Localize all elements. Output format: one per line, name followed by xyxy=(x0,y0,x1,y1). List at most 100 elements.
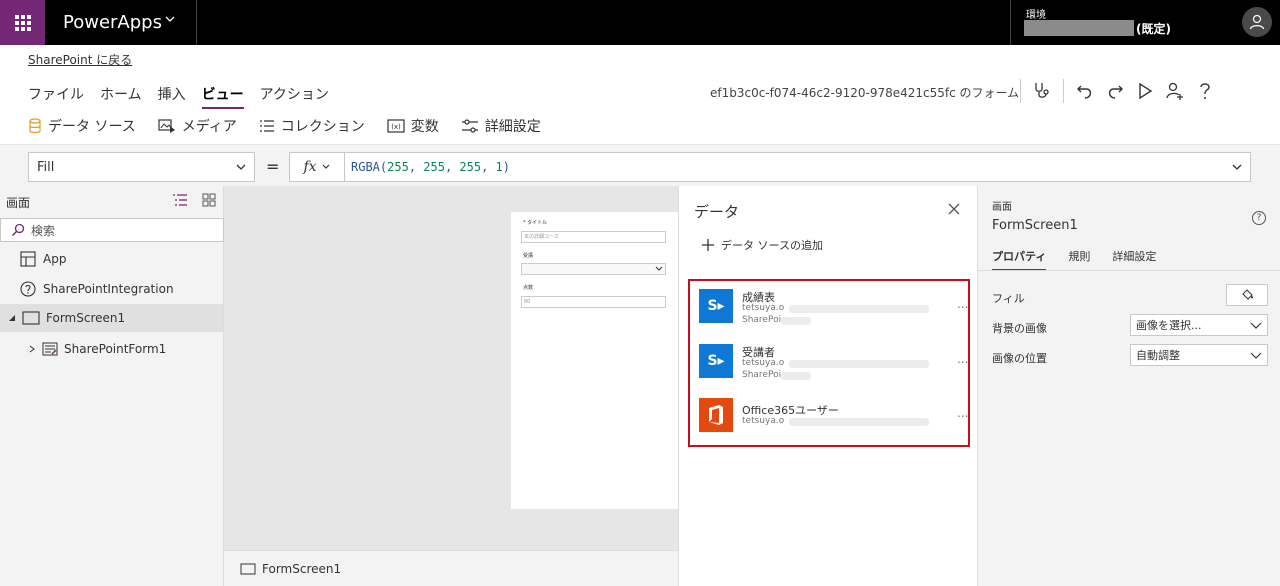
menu-view[interactable]: ビュー xyxy=(201,84,244,109)
search-icon xyxy=(11,223,25,237)
menu-action[interactable]: アクション xyxy=(260,84,329,109)
tree-item-formscreen1[interactable]: FormScreen1 xyxy=(0,304,223,332)
menu-insert[interactable]: 挿入 xyxy=(158,84,186,109)
data-source-type: SharePoi xyxy=(742,315,782,325)
property-selector[interactable]: Fill xyxy=(28,152,255,182)
redo-button[interactable] xyxy=(1100,78,1130,104)
form-preview[interactable]: * タイトル 本の詳細コース 受講 点数 80 xyxy=(511,212,679,509)
formula-input[interactable]: RGBA(255, 255, 255, 1) xyxy=(344,152,1251,182)
tree-item-sharepointintegration[interactable]: SharePointIntegration xyxy=(0,275,223,303)
svg-text:(x): (x) xyxy=(391,123,401,131)
screen-icon xyxy=(240,563,256,574)
canvas-footer: FormScreen1 xyxy=(224,550,678,586)
add-person-icon xyxy=(1166,82,1183,100)
variables-button[interactable]: (x) 変数 xyxy=(387,116,439,136)
chevron-down-icon xyxy=(1249,349,1263,366)
properties-panel: 画面 FormScreen1 ? プロパティ 規則 詳細設定 フィル 背景の画像… xyxy=(978,186,1280,586)
tree-search-input[interactable]: 検索 xyxy=(0,218,224,242)
tree-item-app[interactable]: App xyxy=(0,245,223,273)
tab-properties[interactable]: プロパティ xyxy=(992,248,1047,271)
thumbnail-view-icon[interactable] xyxy=(202,193,216,207)
formula-separator: , xyxy=(408,160,424,174)
menu-file[interactable]: ファイル xyxy=(28,84,84,109)
chevron-down-icon[interactable] xyxy=(164,13,176,28)
screen-icon xyxy=(22,311,40,325)
expanded-triangle-icon[interactable] xyxy=(8,314,16,322)
media-button[interactable]: メディア xyxy=(158,116,237,136)
tab-advanced[interactable]: 詳細設定 xyxy=(1112,248,1156,271)
data-source-button[interactable]: データ ソース xyxy=(28,116,136,136)
undo-button[interactable] xyxy=(1070,78,1100,104)
data-source-item[interactable]: S▸ 受講者 tetsuya.o SharePoi ... xyxy=(699,344,969,394)
chevron-down-icon[interactable] xyxy=(1230,160,1244,177)
app-checker-button[interactable] xyxy=(1027,78,1057,104)
data-panel-title: データ xyxy=(694,203,740,221)
data-source-type: SharePoi xyxy=(742,370,782,380)
tree-item-label: SharePointForm1 xyxy=(64,342,167,356)
image-position-value: 自動調整 xyxy=(1136,349,1180,362)
preview-button[interactable] xyxy=(1130,78,1160,104)
formula-arg-r: 255 xyxy=(387,160,409,174)
close-button[interactable] xyxy=(947,200,961,221)
environment-label: 環境 xyxy=(1026,10,1046,21)
variables-label: 変数 xyxy=(410,119,439,135)
list-icon xyxy=(259,120,274,132)
formula-arg-a: 1 xyxy=(495,160,503,174)
stethoscope-icon xyxy=(1035,83,1049,98)
tree-view-icon[interactable] xyxy=(172,193,188,207)
image-position-dropdown[interactable]: 自動調整 xyxy=(1130,344,1268,366)
background-image-dropdown[interactable]: 画像を選択... xyxy=(1130,314,1268,336)
settings-sliders-icon xyxy=(461,119,478,133)
menu-home[interactable]: ホーム xyxy=(100,84,142,109)
help-icon[interactable]: ? xyxy=(1252,211,1266,225)
chevron-down-icon xyxy=(322,164,329,169)
app-launcher-button[interactable] xyxy=(0,0,45,45)
chevron-down-icon xyxy=(655,266,663,271)
collapsed-triangle-icon[interactable] xyxy=(28,345,36,353)
ribbon: データ ソース メディア コレクション (x) 変数 詳細設定 xyxy=(28,116,541,136)
toolbar-icons xyxy=(1014,78,1220,104)
form-field-label: 受講 xyxy=(523,253,534,259)
more-options-button[interactable]: ... xyxy=(957,297,968,311)
formula-function: RGBA( xyxy=(351,160,388,174)
collection-button[interactable]: コレクション xyxy=(259,116,365,136)
share-button[interactable] xyxy=(1160,78,1190,104)
office-icon xyxy=(699,398,733,432)
back-to-sharepoint-link[interactable]: SharePoint に戻る xyxy=(28,51,132,68)
app-name[interactable]: PowerApps xyxy=(63,12,162,33)
properties-tabs: プロパティ 規則 詳細設定 xyxy=(992,248,1156,271)
help-button[interactable] xyxy=(1190,78,1220,104)
data-source-account: tetsuya.o xyxy=(742,358,785,368)
form-field-input[interactable]: 本の詳細コース xyxy=(521,231,666,243)
app-icon xyxy=(20,251,36,267)
avatar[interactable] xyxy=(1242,7,1272,37)
play-icon xyxy=(1139,82,1153,100)
redacted-text xyxy=(789,305,929,313)
data-source-label: データ ソース xyxy=(48,119,136,135)
collection-label: コレクション xyxy=(280,119,365,135)
environment-name-redacted[interactable] xyxy=(1024,20,1134,36)
chevron-down-icon xyxy=(234,160,248,178)
tree-item-sharepointform1[interactable]: SharePointForm1 xyxy=(0,335,223,363)
fill-label: フィル xyxy=(992,292,1025,305)
fill-color-picker[interactable] xyxy=(1226,284,1268,306)
sharepoint-icon: S▸ xyxy=(699,344,733,378)
more-options-button[interactable]: ... xyxy=(957,352,968,366)
tab-rules[interactable]: 規則 xyxy=(1068,248,1090,271)
formula-bar: Fill = fx RGBA(255, 255, 255, 1) xyxy=(0,144,1280,186)
form-icon xyxy=(42,342,58,356)
form-field-dropdown[interactable] xyxy=(521,263,666,275)
design-canvas[interactable]: * タイトル 本の詳細コース 受講 点数 80 xyxy=(224,186,679,550)
variable-icon: (x) xyxy=(387,119,405,133)
add-data-source-button[interactable]: データ ソースの追加 xyxy=(701,237,823,253)
current-screen-label[interactable]: FormScreen1 xyxy=(262,562,341,576)
form-field-input[interactable]: 80 xyxy=(521,296,666,308)
more-options-button[interactable]: ... xyxy=(957,406,968,420)
function-button[interactable]: fx xyxy=(289,152,345,182)
tree-item-label: FormScreen1 xyxy=(46,311,126,325)
advanced-settings-button[interactable]: 詳細設定 xyxy=(461,116,541,136)
data-source-item[interactable]: S▸ 成績表 tetsuya.o SharePoi ... xyxy=(699,289,969,339)
form-id-label: ef1b3c0c-f074-46c2-9120-978e421c55fc のフォ… xyxy=(710,86,1020,100)
data-source-item[interactable]: Office365ユーザー tetsuya.o ... xyxy=(699,398,969,448)
formula-arg-g: 255 xyxy=(423,160,445,174)
